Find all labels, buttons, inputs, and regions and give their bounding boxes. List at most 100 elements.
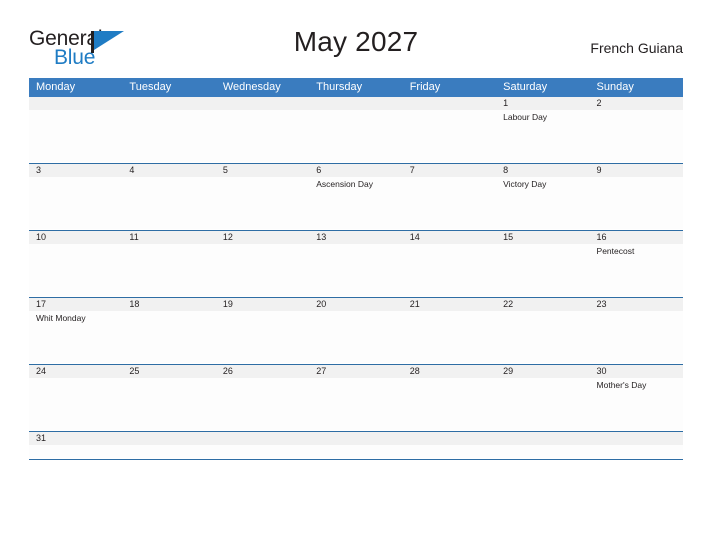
- day-event: Victory Day: [503, 179, 547, 189]
- day-number[interactable]: 5: [216, 164, 309, 177]
- day-event: [29, 378, 122, 430]
- day-number[interactable]: 7: [403, 164, 496, 177]
- day-event: [309, 110, 402, 162]
- day-number[interactable]: 30: [590, 365, 683, 378]
- day-number[interactable]: 11: [122, 231, 215, 244]
- day-event: [29, 244, 122, 296]
- day-event: [122, 311, 215, 363]
- day-number[interactable]: [216, 97, 309, 110]
- day-number[interactable]: 14: [403, 231, 496, 244]
- calendar-week-row: 3 4 5 6 7 8 9 Ascension Day Victory Day: [29, 164, 683, 231]
- day-event: [403, 177, 496, 229]
- day-number[interactable]: 17: [29, 298, 122, 311]
- day-number[interactable]: 2: [590, 97, 683, 110]
- weekday-header-wednesday: Wednesday: [222, 81, 281, 93]
- week-event-band: [29, 445, 683, 458]
- day-number[interactable]: [216, 432, 309, 445]
- week-event-band: Mother's Day: [29, 378, 683, 430]
- day-event: [496, 311, 589, 363]
- day-number[interactable]: 19: [216, 298, 309, 311]
- day-number[interactable]: [403, 97, 496, 110]
- calendar-week-row: 17 18 19 20 21 22 23 Whit Monday: [29, 298, 683, 365]
- week-event-band: Pentecost: [29, 244, 683, 296]
- day-event: [590, 177, 683, 229]
- day-event: [216, 244, 309, 296]
- day-event: [29, 177, 122, 229]
- weekday-header-sunday: Sunday: [596, 81, 634, 93]
- day-number[interactable]: [496, 432, 589, 445]
- day-event: [309, 244, 402, 296]
- day-event: [309, 311, 402, 363]
- calendar-week-row: 31: [29, 432, 683, 460]
- day-number[interactable]: [403, 432, 496, 445]
- day-event: [216, 445, 309, 458]
- day-event: [216, 378, 309, 430]
- day-number[interactable]: [309, 432, 402, 445]
- week-date-band: 3 4 5 6 7 8 9: [29, 164, 683, 177]
- page-title: May 2027: [293, 26, 419, 57]
- weekday-header-friday: Friday: [409, 81, 441, 93]
- day-number[interactable]: 28: [403, 365, 496, 378]
- day-number[interactable]: 12: [216, 231, 309, 244]
- week-date-band: 31: [29, 432, 683, 445]
- day-event: Mother's Day: [596, 380, 647, 390]
- day-event: [496, 244, 589, 296]
- day-number[interactable]: 21: [403, 298, 496, 311]
- week-date-band: 1 2: [29, 97, 683, 110]
- day-number[interactable]: 27: [309, 365, 402, 378]
- day-event: [216, 177, 309, 229]
- day-event: [403, 244, 496, 296]
- day-event: [309, 378, 402, 430]
- day-number[interactable]: 10: [29, 231, 122, 244]
- day-number[interactable]: 3: [29, 164, 122, 177]
- day-number[interactable]: 1: [496, 97, 589, 110]
- day-number[interactable]: 8: [496, 164, 589, 177]
- page-header: General Blue May 2027 French Guiana: [29, 26, 683, 74]
- day-event: [496, 378, 589, 430]
- day-event: [403, 311, 496, 363]
- day-event: [216, 311, 309, 363]
- day-number[interactable]: [29, 97, 122, 110]
- week-date-band: 24 25 26 27 28 29 30: [29, 365, 683, 378]
- day-number[interactable]: [122, 432, 215, 445]
- day-number[interactable]: 25: [122, 365, 215, 378]
- day-event: [309, 445, 402, 458]
- weekday-header-row: Monday Tuesday Wednesday Thursday Friday…: [29, 78, 683, 97]
- day-number[interactable]: 4: [122, 164, 215, 177]
- day-number[interactable]: 24: [29, 365, 122, 378]
- day-number[interactable]: 31: [29, 432, 122, 445]
- day-event: [403, 445, 496, 458]
- day-event: [122, 244, 215, 296]
- day-event: [403, 110, 496, 162]
- day-number[interactable]: 26: [216, 365, 309, 378]
- day-number[interactable]: 9: [590, 164, 683, 177]
- day-event: [216, 110, 309, 162]
- weekday-header-thursday: Thursday: [316, 81, 363, 93]
- day-event: [122, 445, 215, 458]
- day-number[interactable]: [590, 432, 683, 445]
- day-event: [403, 378, 496, 430]
- day-event: [590, 445, 683, 458]
- day-number[interactable]: 6: [309, 164, 402, 177]
- weekday-header-saturday: Saturday: [503, 81, 548, 93]
- day-number[interactable]: [309, 97, 402, 110]
- day-number[interactable]: 15: [496, 231, 589, 244]
- calendar-week-row: 10 11 12 13 14 15 16 Pentecost: [29, 231, 683, 298]
- day-event: [590, 110, 683, 162]
- day-number[interactable]: 22: [496, 298, 589, 311]
- week-date-band: 17 18 19 20 21 22 23: [29, 298, 683, 311]
- day-event: [496, 445, 589, 458]
- week-date-band: 10 11 12 13 14 15 16: [29, 231, 683, 244]
- day-number[interactable]: 20: [309, 298, 402, 311]
- day-event: Pentecost: [596, 246, 635, 256]
- day-number[interactable]: 23: [590, 298, 683, 311]
- day-number[interactable]: 13: [309, 231, 402, 244]
- day-event: Ascension Day: [316, 179, 373, 189]
- day-number[interactable]: 16: [590, 231, 683, 244]
- day-event: Labour Day: [503, 112, 548, 122]
- week-event-band: Whit Monday: [29, 311, 683, 363]
- day-number[interactable]: 29: [496, 365, 589, 378]
- day-number[interactable]: 18: [122, 298, 215, 311]
- day-number[interactable]: [122, 97, 215, 110]
- calendar-week-row: 24 25 26 27 28 29 30 Mother's Day: [29, 365, 683, 432]
